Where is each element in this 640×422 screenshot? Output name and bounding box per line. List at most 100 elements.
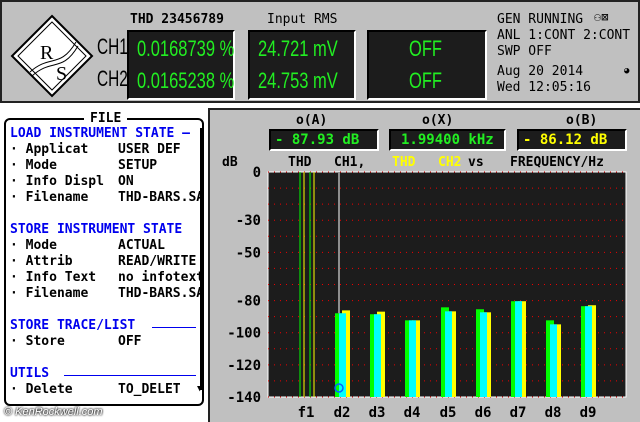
y-tick-label: -30 <box>236 213 261 229</box>
menu-item-value: no infotext <box>118 270 205 285</box>
rms-display: 24.721 mV 24.753 mV <box>248 30 356 100</box>
menu-item[interactable]: · Delete TO_DELET <box>10 382 181 397</box>
ch2-label: CH2 <box>97 66 128 91</box>
x-tick-label: d9 <box>580 405 597 421</box>
menu-item-value: READ/WRITE <box>118 254 197 269</box>
menu-item-value: ON <box>118 174 134 189</box>
section-header: UTILS <box>10 366 50 381</box>
time: Wed 12:05:16 <box>497 80 591 95</box>
third-display: OFF OFF <box>367 30 487 100</box>
menu-item-value: THD-BARS.SA <box>118 190 205 205</box>
bullet: · <box>10 334 26 349</box>
menu-item-key: Applicat <box>25 142 89 157</box>
x-tick-label: d2 <box>334 405 351 421</box>
menu-item[interactable]: · Mode ACTUAL <box>10 238 165 253</box>
menu-item-key: Delete <box>25 382 73 397</box>
y-tick-label: -100 <box>227 326 261 342</box>
bullet: · <box>10 158 26 173</box>
ch2-third-value: OFF <box>409 68 442 93</box>
ch1-label: CH1 <box>97 34 128 59</box>
ch2-thd-value: 0.0165238 % <box>137 68 235 93</box>
divider <box>64 375 196 376</box>
bullet: · <box>10 254 26 269</box>
menu-item-key: Info Displ <box>25 174 104 189</box>
clock-icon: ◕ <box>624 66 630 76</box>
gen-status: GEN RUNNING <box>497 12 584 27</box>
menu-item-value: USER DEF <box>118 142 181 157</box>
x-tick-label: f1 <box>298 405 315 421</box>
menu-item-key: Mode <box>25 238 57 253</box>
menu-item[interactable]: · Info Displ ON <box>10 174 134 189</box>
bullet: · <box>10 238 26 253</box>
bullet: · <box>10 174 26 189</box>
bar-overlap <box>515 301 522 397</box>
bullet: · <box>10 382 26 397</box>
menu-item[interactable]: · Attrib READ/WRITE <box>10 254 196 269</box>
anl-status: ANL 1:CONT 2:CONT <box>497 28 631 43</box>
menu-item-value: THD-BARS.SA <box>118 286 205 301</box>
section-header: STORE TRACE/LIST <box>10 318 136 333</box>
rms-title: Input RMS <box>267 12 338 27</box>
status-header: R S CH1 CH2 THD 23456789 Input RMS 0.016… <box>0 0 640 103</box>
menu-item[interactable]: · Store OFF <box>10 334 141 349</box>
marker-b-value: - 86.12 dB <box>517 129 627 151</box>
file-panel-title: FILE <box>84 111 128 126</box>
speaker-muted-icon: ⚇⊠ <box>594 10 609 24</box>
marker-b-label: o(B) <box>566 113 598 128</box>
section-header: LOAD INSTRUMENT STATE — <box>10 126 191 141</box>
menu-item-key: Filename <box>25 190 89 205</box>
menu-item-value: SETUP <box>118 158 158 173</box>
y-tick-label: 0 <box>253 165 261 181</box>
menu-item-key: Attrib <box>25 254 73 269</box>
marker-a-label: o(A) <box>296 113 328 128</box>
y-tick-label: -140 <box>227 390 261 406</box>
bullet: · <box>10 286 26 301</box>
bar-overlap <box>480 312 487 397</box>
marker-a-value: - 87.93 dB <box>269 129 379 151</box>
file-panel: FILE LOAD INSTRUMENT STATE — · Applicat US… <box>4 111 204 406</box>
swp-status: SWP OFF <box>497 44 552 59</box>
x-tick-label: d8 <box>545 405 562 421</box>
menu-item-value: TO_DELET <box>118 382 181 397</box>
menu-item[interactable]: · Filename THD-BARS.SA <box>10 286 204 301</box>
menu-item[interactable]: · Info Text no infotext <box>10 270 204 285</box>
thd-title: THD 23456789 <box>130 12 224 27</box>
scrollbar[interactable] <box>200 128 203 390</box>
menu-item-key: Store <box>25 334 65 349</box>
menu-item[interactable]: · Applicat USER DEF <box>10 142 181 157</box>
marker-x-value: 1.99400 kHz <box>389 129 506 151</box>
bullet: · <box>10 270 26 285</box>
bar-overlap <box>409 320 416 397</box>
bar-overlap <box>585 306 592 397</box>
bullet: · <box>10 190 26 205</box>
ch1-thd-value: 0.0168739 % <box>137 36 235 61</box>
y-tick-label: -50 <box>236 245 261 261</box>
menu-item-key: Mode <box>25 158 57 173</box>
menu-item[interactable]: · Filename THD-BARS.SA <box>10 190 204 205</box>
svg-text:R: R <box>40 42 54 64</box>
x-tick-label: d5 <box>440 405 457 421</box>
menu-item[interactable]: · Mode SETUP <box>10 158 157 173</box>
bar-overlap <box>445 311 452 397</box>
rs-logo: R S <box>10 14 94 98</box>
scroll-down-icon[interactable]: ▼ <box>197 384 202 394</box>
ch2-rms-value: 24.753 mV <box>258 68 338 93</box>
menu-item-key: Filename <box>25 286 89 301</box>
x-tick-label: d7 <box>510 405 527 421</box>
thd-display: 0.0168739 % 0.0165238 % <box>127 30 235 100</box>
svg-text:S: S <box>56 63 67 85</box>
y-tick-label: -80 <box>236 294 261 310</box>
thd-bar-chart: 0 -30 -50 -80 -100 -120 -140 f1 d2 d3 d4 d5 d6 d7 d8 d9 <box>227 165 627 421</box>
watermark: © KenRockwell.com <box>4 406 103 418</box>
x-tick-label: d4 <box>404 405 421 421</box>
bar-overlap <box>550 324 557 397</box>
date: Aug 20 2014 <box>497 64 584 79</box>
bar-overlap <box>374 314 381 397</box>
ch1-rms-value: 24.721 mV <box>258 36 338 61</box>
bullet: · <box>10 142 26 157</box>
menu-item-value: ACTUAL <box>118 238 165 253</box>
ch1-third-value: OFF <box>409 36 442 61</box>
divider <box>152 327 196 328</box>
marker-x-label: o(X) <box>422 113 454 128</box>
menu-item-value: OFF <box>118 334 142 349</box>
